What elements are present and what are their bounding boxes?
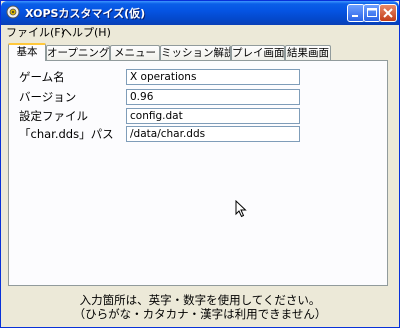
game-name-label: ゲーム名 xyxy=(19,70,65,84)
tab-menu[interactable]: メニュー xyxy=(110,45,160,60)
app-window: XOPSカスタマイズ(仮) ファイル(F) ヘルプ(H) 基本 オープニング メ… xyxy=(0,0,400,328)
close-icon xyxy=(383,8,393,18)
tab-strip: 基本 オープニング メニュー ミッション解説 プレイ画面 結果画面 xyxy=(1,43,399,61)
menu-bar: ファイル(F) ヘルプ(H) xyxy=(1,25,399,42)
tab-basic[interactable]: 基本 xyxy=(8,43,46,61)
config-file-input[interactable] xyxy=(126,108,300,124)
tab-opening[interactable]: オープニング xyxy=(46,45,110,60)
menu-help[interactable]: ヘルプ(H) xyxy=(58,26,114,40)
maximize-icon xyxy=(367,8,377,17)
input-note-line2: （ひらがな・カタカナ・漢字は利用できません） xyxy=(73,307,327,321)
window-title: XOPSカスタマイズ(仮) xyxy=(25,7,146,20)
tab-play-screen[interactable]: プレイ画面 xyxy=(231,45,285,60)
close-button[interactable] xyxy=(379,4,397,22)
char-path-input[interactable] xyxy=(126,126,300,142)
game-name-input[interactable] xyxy=(126,69,300,85)
char-path-label: 「char.dds」パス xyxy=(19,127,114,141)
tab-result-screen[interactable]: 結果画面 xyxy=(285,45,331,60)
app-icon[interactable] xyxy=(6,5,20,19)
version-label: バージョン xyxy=(19,90,77,104)
version-input[interactable] xyxy=(126,89,300,105)
tab-mission-briefing[interactable]: ミッション解説 xyxy=(160,45,231,60)
minimize-icon xyxy=(352,15,358,17)
config-file-label: 設定ファイル xyxy=(19,109,88,123)
title-bar[interactable]: XOPSカスタマイズ(仮) xyxy=(1,1,399,25)
mouse-cursor-icon xyxy=(235,199,247,221)
